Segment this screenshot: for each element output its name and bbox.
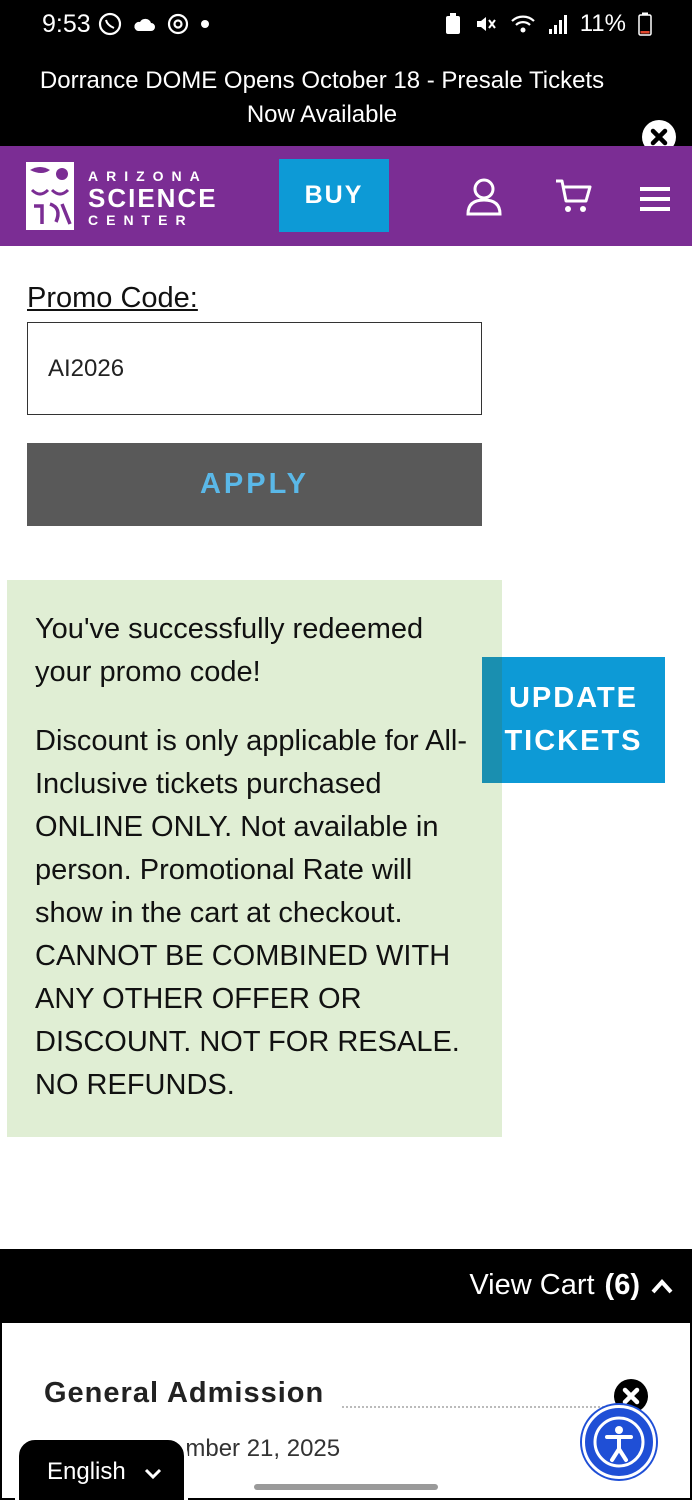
logo-mark-icon [26,162,74,230]
logo-text: ARIZONA SCIENCE CENTER [88,168,218,228]
buy-button[interactable]: BUY [279,159,389,232]
site-logo[interactable]: ARIZONA SCIENCE CENTER [22,160,216,232]
home-indicator[interactable] [254,1484,438,1490]
battery-percent: 11% [579,10,626,37]
promo-success-message: You've successfully redeemed your promo … [7,580,502,1137]
status-time: 9:53 [42,10,91,38]
language-selector[interactable]: English [15,1436,188,1500]
view-cart-label: View Cart (6) [469,1269,640,1302]
battery-icon [638,12,652,36]
success-details: Discount is only applicable for All-Incl… [35,725,467,1101]
view-cart-toggle[interactable]: View Cart (6) [2,1251,690,1323]
menu-icon[interactable] [638,184,672,214]
update-tickets-button[interactable]: UPDATE TICKETS [482,657,665,783]
status-bar: 9:53 11% [0,0,692,52]
chevron-up-icon [651,1279,673,1294]
cart-item-title: General Admission [44,1377,325,1409]
promo-code-input[interactable] [27,322,482,415]
whatsapp-icon [98,12,122,36]
language-label: English [47,1458,126,1485]
success-title: You've successfully redeemed your promo … [35,613,424,688]
wifi-icon [510,15,535,33]
view-cart-text: View Cart [469,1269,595,1301]
update-label-line2: TICKETS [504,725,643,757]
sync-icon [167,13,189,35]
system-icons: 11% [444,10,652,38]
account-icon[interactable] [464,176,504,216]
announcement-bar: Dorrance DOME Opens October 18 - Presale… [0,52,692,154]
accessibility-button[interactable] [582,1405,656,1479]
cart-item-date: ember 21, 2025 [172,1435,341,1462]
accessibility-icon [593,1416,645,1468]
battery-saver-icon [445,13,460,34]
cart-item-divider [342,1406,612,1408]
cart-icon[interactable] [553,176,593,216]
cloud-icon [134,18,155,31]
apply-button[interactable]: APPLY [27,443,482,526]
logo-line-1: ARIZONA [88,168,208,184]
dot-icon [201,20,209,28]
signal-icon [548,15,567,34]
mute-icon [476,17,496,31]
cart-count: (6) [604,1269,640,1301]
logo-line-3: CENTER [88,212,194,228]
update-label-line1: UPDATE [508,682,639,714]
announcement-text: Dorrance DOME Opens October 18 - Presale… [39,67,605,128]
notification-icons [98,12,210,36]
promo-code-label: Promo Code: [27,282,198,314]
chevron-down-icon [144,1468,162,1480]
logo-line-2: SCIENCE [88,183,218,213]
site-header: ARIZONA SCIENCE CENTER BUY [0,146,692,246]
